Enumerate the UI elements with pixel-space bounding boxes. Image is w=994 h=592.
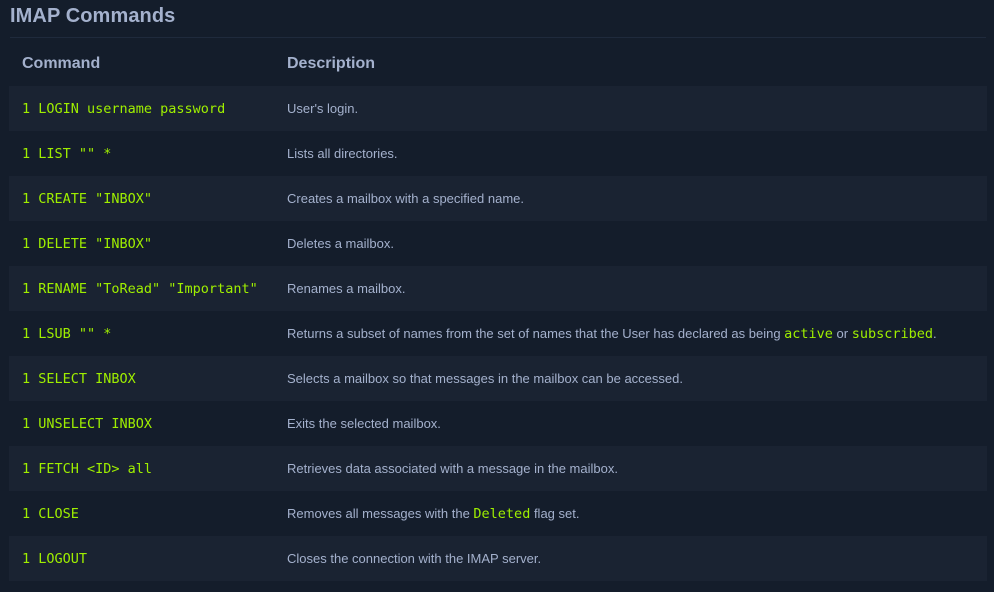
table-row: 1 LIST "" * Lists all directories. xyxy=(9,131,987,176)
description-cell: Exits the selected mailbox. xyxy=(287,416,987,431)
table-row: 1 UNSELECT INBOX Exits the selected mailb… xyxy=(9,401,987,446)
table-row: 1 RENAME "ToRead" "Important" Renames a m… xyxy=(9,266,987,311)
inline-code: subscribed xyxy=(851,325,934,342)
description-cell: Creates a mailbox with a specified name. xyxy=(287,191,987,206)
description-cell: Lists all directories. xyxy=(287,146,987,161)
command-cell: 1 SELECT INBOX xyxy=(9,370,287,388)
description-cell: Returns a subset of names from the set o… xyxy=(287,326,987,342)
description-text: Renames a mailbox. xyxy=(287,281,406,296)
description-text: User's login. xyxy=(287,101,359,116)
imap-commands-table: Command Description 1 LOGIN username pas… xyxy=(9,41,987,581)
command-cell: 1 RENAME "ToRead" "Important" xyxy=(9,280,287,298)
description-text: Deletes a mailbox. xyxy=(287,236,394,251)
command-code: 1 RENAME "ToRead" "Important" xyxy=(22,280,258,297)
command-cell: 1 CLOSE xyxy=(9,505,287,523)
command-code: 1 SELECT INBOX xyxy=(22,370,136,387)
inline-code: active xyxy=(784,325,833,342)
description-text: Lists all directories. xyxy=(287,146,398,161)
command-cell: 1 LOGOUT xyxy=(9,550,287,568)
command-code: 1 DELETE "INBOX" xyxy=(22,235,153,252)
command-code: 1 LIST "" * xyxy=(22,145,112,162)
table-row: 1 LOGIN username password User's login. xyxy=(9,86,987,131)
command-cell: 1 DELETE "INBOX" xyxy=(9,235,287,253)
description-text: Returns a subset of names from the set o… xyxy=(287,325,785,341)
command-cell: 1 UNSELECT INBOX xyxy=(9,415,287,433)
header-command: Command xyxy=(22,54,101,72)
description-cell: Removes all messages with the Deleted fl… xyxy=(287,506,987,522)
description-text: Selects a mailbox so that messages in th… xyxy=(287,371,683,386)
table-row: 1 SELECT INBOX Selects a mailbox so that … xyxy=(9,356,987,401)
table-body: 1 LOGIN username password User's login. 1 … xyxy=(9,86,987,581)
description-text: Retrieves data associated with a message… xyxy=(287,461,618,476)
table-row: 1 DELETE "INBOX" Deletes a mailbox. xyxy=(9,221,987,266)
command-cell: 1 FETCH <ID> all xyxy=(9,460,287,478)
command-cell: 1 LOGIN username password xyxy=(9,100,287,118)
table-header-row: Command Description xyxy=(9,41,987,86)
command-code: 1 FETCH <ID> all xyxy=(22,460,153,477)
page-title: IMAP Commands xyxy=(10,5,176,27)
command-code: 1 LSUB "" * xyxy=(22,325,112,342)
table-row: 1 CLOSE Removes all messages with the Del… xyxy=(9,491,987,536)
description-cell: Renames a mailbox. xyxy=(287,281,987,296)
description-text: Creates a mailbox with a specified name. xyxy=(287,191,525,206)
command-code: 1 LOGIN username password xyxy=(22,100,226,117)
command-cell: 1 LIST "" * xyxy=(9,145,287,163)
description-text: . xyxy=(933,325,937,341)
table-row: 1 LSUB "" * Returns a subset of names fro… xyxy=(9,311,987,356)
command-cell: 1 LSUB "" * xyxy=(9,325,287,343)
description-cell: Selects a mailbox so that messages in th… xyxy=(287,371,987,386)
description-text: or xyxy=(832,325,852,341)
description-text: Closes the connection with the IMAP serv… xyxy=(287,551,542,566)
command-cell: 1 CREATE "INBOX" xyxy=(9,190,287,208)
description-text: Removes all messages with the xyxy=(287,505,474,521)
table-row: 1 CREATE "INBOX" Creates a mailbox with a… xyxy=(9,176,987,221)
table-row: 1 FETCH <ID> all Retrieves data associate… xyxy=(9,446,987,491)
description-text: flag set. xyxy=(530,505,580,521)
inline-code: Deleted xyxy=(473,505,531,522)
description-cell: User's login. xyxy=(287,101,987,116)
description-text: Exits the selected mailbox. xyxy=(287,416,441,431)
table-row: 1 LOGOUT Closes the connection with the I… xyxy=(9,536,987,581)
title-divider xyxy=(10,37,986,38)
description-cell: Deletes a mailbox. xyxy=(287,236,987,251)
description-cell: Retrieves data associated with a message… xyxy=(287,461,987,476)
command-code: 1 CLOSE xyxy=(22,505,79,522)
header-description: Description xyxy=(287,54,376,72)
command-code: 1 LOGOUT xyxy=(22,550,88,567)
command-code: 1 UNSELECT INBOX xyxy=(22,415,153,432)
description-cell: Closes the connection with the IMAP serv… xyxy=(287,551,987,566)
command-code: 1 CREATE "INBOX" xyxy=(22,190,153,207)
